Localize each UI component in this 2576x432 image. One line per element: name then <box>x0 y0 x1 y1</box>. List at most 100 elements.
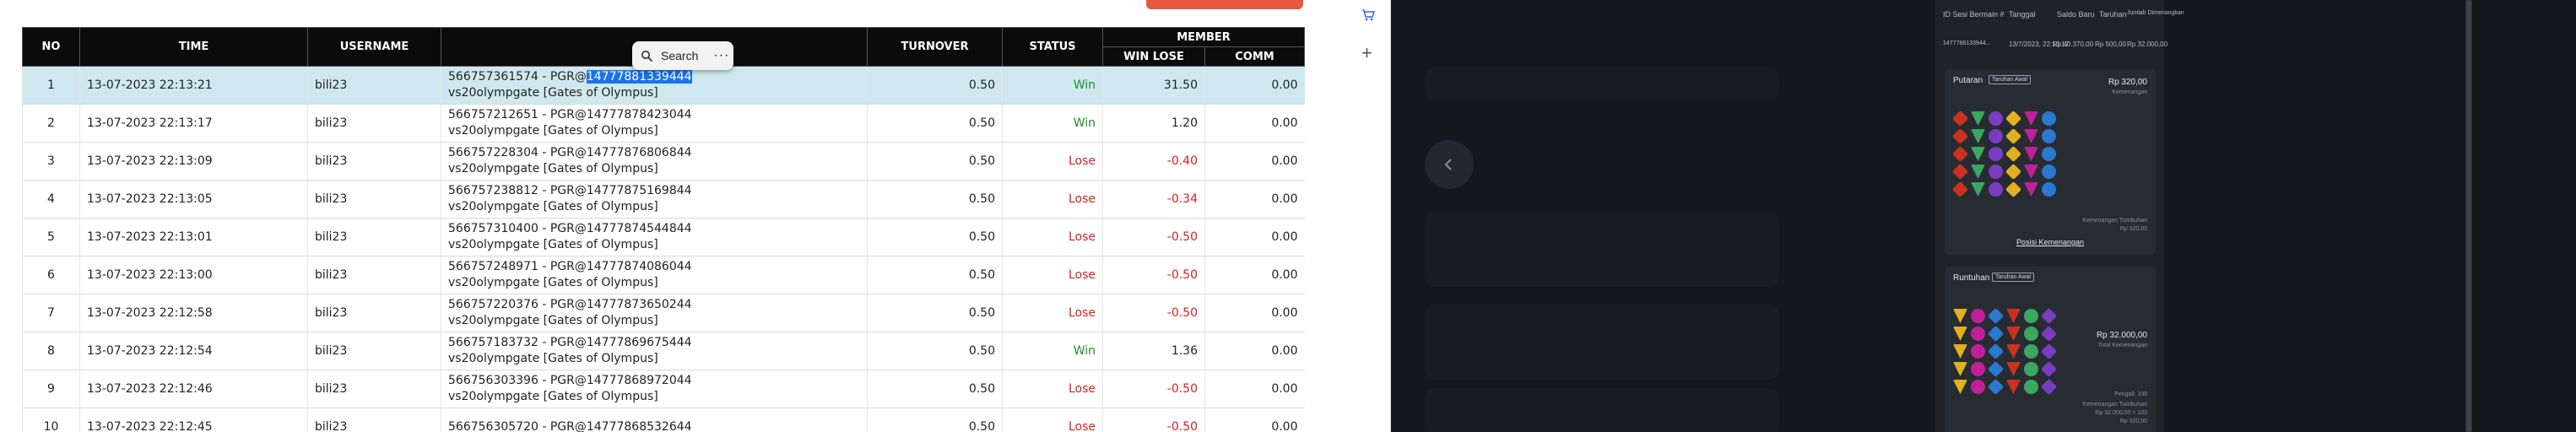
background-panel <box>1425 68 1779 101</box>
header-session-id: ID Sesi Bermain # <box>1943 10 2005 19</box>
cell-turnover: 0.50 <box>867 370 1003 408</box>
slot-symbol-icon <box>2042 165 2056 179</box>
multiplier-note: Pengali: 100 <box>2114 392 2147 397</box>
cell-no: 5 <box>22 218 80 256</box>
info-game: vs20olympgate [Gates of Olympus] <box>448 124 658 138</box>
add-icon[interactable]: + <box>1361 44 1372 62</box>
table-row[interactable]: 7 13-07-2023 22:12:58 bili23 566757220376 -… <box>22 294 1305 332</box>
scrollbar-thumb[interactable] <box>2466 0 2471 432</box>
cell-info[interactable]: 566757310400 - PGR@14777874544844 vs20oly… <box>441 218 868 256</box>
search-icon <box>641 51 652 62</box>
spin-card: Putaran Taruhan Awal Rp 320,00 Kemenanga… <box>1945 69 2156 255</box>
cell-info[interactable]: 566757228304 - PGR@14777876806844 vs20oly… <box>441 142 868 181</box>
cell-info[interactable]: 566756305720 - PGR@14777868532644 <box>441 408 868 432</box>
slot-symbol-icon <box>2040 325 2058 343</box>
info-game: vs20olympgate [Gates of Olympus] <box>448 162 658 176</box>
slot-symbol-icon <box>1989 182 2003 197</box>
win-note: Kemenangan Tumbuhan <box>2082 402 2147 408</box>
slot-symbol-icon <box>2024 147 2038 161</box>
round-detail-modal: ID Sesi Bermain # Tanggal Saldo Baru Tar… <box>1935 0 2184 432</box>
cell-username: bili23 <box>307 66 441 105</box>
cell-info[interactable]: 566757183732 - PGR@14777869675444 vs20oly… <box>441 332 868 370</box>
cell-turnover: 0.50 <box>867 180 1003 219</box>
cell-info[interactable]: 566757361574 - PGR@14777881339444 vs20oly… <box>441 66 868 105</box>
table-row[interactable]: 1 13-07-2023 22:13:21 bili23 566757361574 -… <box>22 66 1305 105</box>
slot-symbol-icon <box>2006 362 2021 376</box>
winning-positions-link[interactable]: Posisi Kemenangan <box>1945 238 2156 246</box>
header-status[interactable]: STATUS <box>1002 27 1103 67</box>
back-button[interactable] <box>1425 140 1474 189</box>
slot-symbol-icon <box>2005 145 2022 163</box>
cell-info[interactable]: 566757238812 - PGR@14777875169844 vs20oly… <box>441 180 868 219</box>
cell-username: bili23 <box>307 370 441 408</box>
cell-turnover: 0.50 <box>867 332 1003 370</box>
card-tag: Taruhan Awal <box>1989 75 2031 84</box>
cell-info[interactable]: 566757220376 - PGR@14777873650244 vs20oly… <box>441 294 868 332</box>
table-row[interactable]: 4 13-07-2023 22:13:05 bili23 566757238812 -… <box>22 180 1305 219</box>
cell-turnover: 0.50 <box>867 104 1003 143</box>
table-row[interactable]: 6 13-07-2023 22:13:00 bili23 566757248971 -… <box>22 256 1305 294</box>
header-turnover[interactable]: TURNOVER <box>867 27 1003 67</box>
cell-status: Win <box>1002 66 1103 105</box>
slot-symbol-icon <box>1953 380 1967 394</box>
header-time[interactable]: TIME <box>79 27 308 67</box>
table-row[interactable]: 5 13-07-2023 22:13:01 bili23 566757310400 -… <box>22 218 1305 256</box>
cart-icon[interactable] <box>1361 8 1375 22</box>
slot-symbol-icon <box>2005 181 2022 198</box>
background-panel <box>1425 211 1779 287</box>
slot-symbol-icon <box>2006 309 2021 323</box>
selected-text[interactable]: 14777881339444 <box>586 70 692 84</box>
cell-username: bili23 <box>307 294 441 332</box>
cell-status: Lose <box>1002 256 1103 294</box>
slot-symbol-icon <box>1987 343 2005 360</box>
modal-data-row[interactable]: 1477788133944... 13/7/2023, 22:13:17 Rp … <box>1935 40 2167 57</box>
cell-turnover: 0.50 <box>867 294 1003 332</box>
table-row[interactable]: 10 13-07-2023 22:12:45 bili23 566756305720 … <box>22 408 1305 432</box>
slot-symbol-icon <box>2006 327 2021 341</box>
modal-scrollbar[interactable] <box>2465 0 2472 432</box>
info-round-id: 566757238812 - PGR@14777875169844 <box>448 184 692 197</box>
slot-symbol-icon <box>2040 307 2058 325</box>
slot-symbol-icon <box>1971 129 1985 143</box>
slot-symbol-icon <box>2005 127 2022 145</box>
slot-symbol-icon <box>1951 181 1969 198</box>
cell-no: 4 <box>22 180 80 219</box>
cell-info[interactable]: 566756303396 - PGR@14777868972044 vs20oly… <box>441 370 868 408</box>
table-row[interactable]: 2 13-07-2023 22:13:17 bili23 566757212651 -… <box>22 104 1305 143</box>
slot-symbol-icon <box>1987 378 2005 396</box>
slot-symbol-icon <box>2024 344 2038 359</box>
cell-comm: 0.00 <box>1204 218 1305 256</box>
table-row[interactable]: 8 13-07-2023 22:12:54 bili23 566757183732 -… <box>22 332 1305 370</box>
top-action-button[interactable] <box>1146 0 1303 9</box>
cell-status: Lose <box>1002 294 1103 332</box>
cell-status: Lose <box>1002 408 1103 432</box>
more-options-icon[interactable]: ··· <box>713 48 729 63</box>
symbol-grid <box>1953 307 2058 396</box>
cell-info[interactable]: 566757248971 - PGR@14777874086044 vs20oly… <box>441 256 868 294</box>
header-win-lose[interactable]: WIN LOSE <box>1102 46 1205 67</box>
cell-status: Win <box>1002 104 1103 143</box>
slot-symbol-icon <box>2024 165 2038 179</box>
table-row[interactable]: 9 13-07-2023 22:12:46 bili23 566756303396 -… <box>22 370 1305 408</box>
cell-time: 13-07-2023 22:12:45 <box>79 408 308 432</box>
cell-time: 13-07-2023 22:13:01 <box>79 218 308 256</box>
header-username[interactable]: USERNAME <box>307 27 441 67</box>
cell-turnover: 0.50 <box>867 142 1003 181</box>
text-selection-popup[interactable]: Search ··· <box>632 41 733 70</box>
cell-info[interactable]: 566757212651 - PGR@14777878423044 vs20oly… <box>441 104 868 143</box>
session-bet: Rp 500,00 <box>2095 40 2126 48</box>
slot-symbol-icon <box>1951 163 1969 181</box>
table-row[interactable]: 3 13-07-2023 22:13:09 bili23 566757228304 -… <box>22 142 1305 181</box>
bet-history-pane: NO TIME USERNAME INFO TURNOVER STATUS ME… <box>0 0 1384 432</box>
cell-win-lose: -0.50 <box>1102 218 1205 256</box>
header-member: MEMBER <box>1102 27 1305 47</box>
header-comm[interactable]: COMM <box>1204 46 1305 67</box>
slot-symbol-icon <box>1971 165 1985 179</box>
slot-symbol-icon <box>1971 327 1985 341</box>
slot-symbol-icon <box>1971 182 1985 197</box>
search-button[interactable]: Search <box>661 49 698 62</box>
info-round-id: 566757212651 - PGR@14777878423044 <box>448 108 692 122</box>
header-no[interactable]: NO <box>22 27 80 67</box>
cell-time: 13-07-2023 22:13:17 <box>79 104 308 143</box>
slot-symbol-icon <box>1951 145 1969 163</box>
